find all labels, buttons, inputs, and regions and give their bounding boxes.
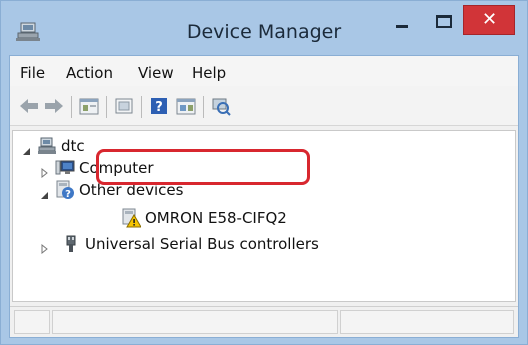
minimize-icon	[396, 25, 408, 28]
help-icon[interactable]: ?	[148, 96, 170, 116]
toolbar-separator	[203, 96, 204, 118]
status-bar	[10, 306, 518, 337]
title-bar[interactable]: Device Manager ✕	[1, 1, 527, 55]
warning-device-icon	[121, 208, 142, 228]
client-area: File Action View Help ? dtc Computer ? O…	[9, 55, 519, 338]
collapse-arrow-icon[interactable]	[21, 141, 31, 155]
menu-action[interactable]: Action	[66, 64, 113, 82]
menu-help[interactable]: Help	[192, 64, 226, 82]
toolbar-separator	[71, 96, 72, 118]
toolbar: ?	[10, 86, 518, 126]
scan-hardware-icon[interactable]	[210, 96, 232, 116]
back-icon[interactable]	[18, 96, 40, 116]
expand-arrow-icon[interactable]	[39, 239, 49, 255]
unknown-device-icon: ?	[55, 180, 75, 200]
close-button[interactable]: ✕	[463, 5, 515, 35]
expand-arrow-icon[interactable]	[39, 163, 49, 179]
maximize-icon	[436, 15, 452, 28]
toolbar-separator	[106, 96, 107, 118]
menu-view[interactable]: View	[138, 64, 174, 82]
properties-icon[interactable]	[78, 96, 100, 116]
menu-file[interactable]: File	[20, 64, 45, 82]
close-icon: ✕	[482, 9, 498, 30]
view-icon[interactable]	[175, 96, 197, 116]
tree-node-usb-controllers[interactable]: Universal Serial Bus controllers	[17, 233, 357, 255]
tree-node-label: OMRON E58-CIFQ2	[145, 209, 287, 227]
status-pane	[14, 310, 50, 334]
computer-tree-icon	[37, 136, 57, 156]
status-pane	[340, 310, 514, 334]
status-pane	[52, 310, 338, 334]
tree-node-label: dtc	[61, 137, 85, 155]
tree-node-label: Universal Serial Bus controllers	[85, 235, 319, 253]
minimize-button[interactable]	[382, 7, 422, 37]
svg-text:?: ?	[65, 189, 71, 200]
monitor-icon	[55, 158, 75, 178]
menu-bar: File Action View Help	[10, 56, 518, 86]
red-highlight-box	[96, 149, 310, 185]
update-driver-icon[interactable]	[113, 96, 135, 116]
toolbar-separator	[141, 96, 142, 118]
tree-node-omron-device[interactable]: OMRON E58-CIFQ2	[17, 207, 287, 229]
svg-text:?: ?	[155, 100, 163, 115]
device-manager-window: Device Manager ✕ File Action View Help ?…	[0, 0, 528, 345]
maximize-button[interactable]	[424, 7, 464, 37]
collapse-arrow-icon[interactable]	[39, 185, 49, 199]
forward-icon[interactable]	[43, 96, 65, 116]
usb-plug-icon	[61, 234, 81, 254]
